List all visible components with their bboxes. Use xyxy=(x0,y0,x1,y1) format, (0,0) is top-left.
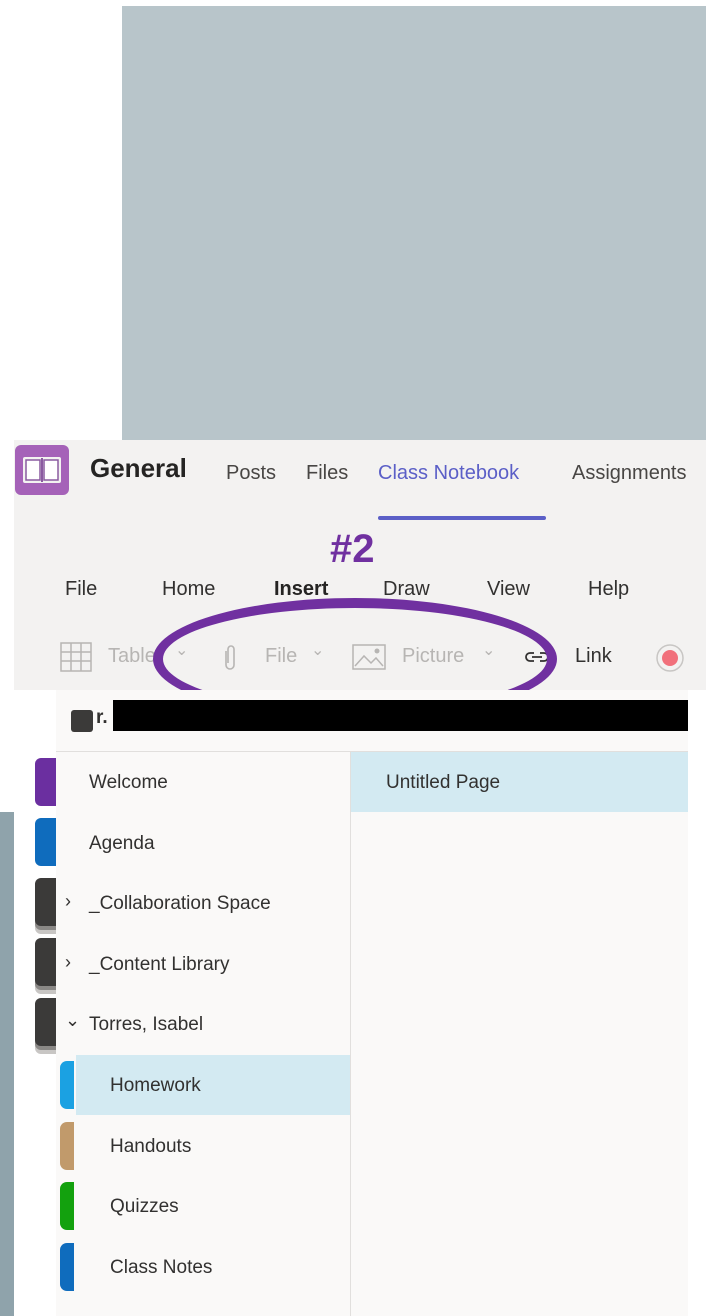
tab-assignments[interactable]: Assignments xyxy=(572,462,687,485)
menu-insert[interactable]: Insert xyxy=(274,578,328,601)
section-label: _Content Library xyxy=(89,954,230,975)
menu-draw[interactable]: Draw xyxy=(383,578,430,601)
page-item[interactable]: Untitled Page xyxy=(351,752,688,812)
sections-list: Welcome Agenda › _Collaboration Space › … xyxy=(56,752,351,1316)
table-button[interactable]: Table xyxy=(108,645,156,668)
section-group-student[interactable]: ⌄ Torres, Isabel xyxy=(56,994,350,1054)
section-group-collaboration-space[interactable]: › _Collaboration Space xyxy=(56,873,350,933)
menu-file[interactable]: File xyxy=(65,578,97,601)
redaction-bar xyxy=(113,700,696,731)
section-welcome[interactable]: Welcome xyxy=(56,752,350,812)
section-color-tab xyxy=(60,1182,74,1230)
section-label: Torres, Isabel xyxy=(89,1014,204,1035)
class-notebook-icon[interactable] xyxy=(15,445,69,495)
page-label: Untitled Page xyxy=(386,772,501,793)
section-class-notes[interactable]: Class Notes xyxy=(56,1237,350,1297)
notebook-name: r. xyxy=(96,707,108,728)
section-label: Handouts xyxy=(110,1136,192,1157)
section-label: Homework xyxy=(110,1075,201,1096)
notebook-icon xyxy=(71,710,93,732)
section-color-tab xyxy=(60,1122,74,1170)
section-label: Welcome xyxy=(89,772,168,793)
section-label: Agenda xyxy=(89,833,155,854)
section-homework[interactable]: Homework xyxy=(60,1055,350,1115)
section-label: _Collaboration Space xyxy=(89,893,271,914)
section-color-tab xyxy=(60,1243,74,1291)
chevron-down-icon[interactable]: ⌄ xyxy=(65,1010,80,1031)
menu-home[interactable]: Home xyxy=(162,578,215,601)
teams-header: General Posts Files Class Notebook Assig… xyxy=(14,440,706,522)
section-label: Quizzes xyxy=(110,1196,179,1217)
team-name: General xyxy=(90,453,187,483)
section-color-tab xyxy=(60,1061,74,1109)
tab-files[interactable]: Files xyxy=(306,462,348,485)
record-icon[interactable] xyxy=(655,643,685,673)
section-agenda[interactable]: Agenda xyxy=(56,813,350,873)
section-label: Class Notes xyxy=(110,1257,213,1278)
tab-class-notebook[interactable]: Class Notebook xyxy=(378,462,519,485)
link-button[interactable]: Link xyxy=(575,645,612,668)
right-margin xyxy=(688,690,706,1316)
active-tab-indicator xyxy=(378,516,546,520)
tab-posts[interactable]: Posts xyxy=(226,462,276,485)
section-quizzes[interactable]: Quizzes xyxy=(56,1176,350,1236)
section-group-content-library[interactable]: › _Content Library xyxy=(56,934,350,994)
background-edge xyxy=(0,812,14,1316)
chevron-right-icon[interactable]: › xyxy=(65,891,71,912)
chevron-right-icon[interactable]: › xyxy=(65,952,71,973)
section-handouts[interactable]: Handouts xyxy=(56,1116,350,1176)
menu-view[interactable]: View xyxy=(487,578,530,601)
background-panel xyxy=(122,6,706,440)
menu-help[interactable]: Help xyxy=(588,578,629,601)
table-icon xyxy=(60,642,92,672)
annotation-label: #2 xyxy=(330,527,375,571)
pages-list: Untitled Page xyxy=(351,752,688,1316)
